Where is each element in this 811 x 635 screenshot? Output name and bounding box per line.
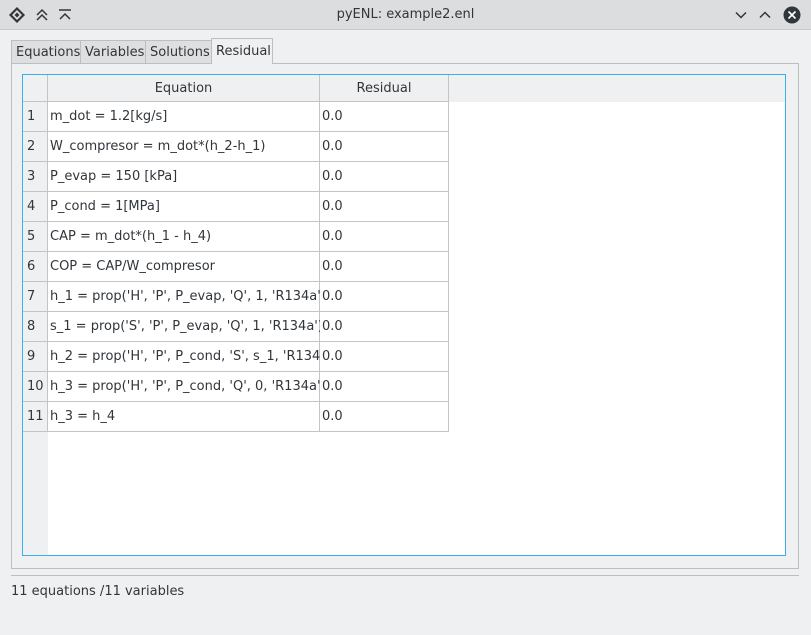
residual-cell[interactable]: 0.0 <box>320 162 449 192</box>
column-header-label: Residual <box>356 80 412 96</box>
tab-label: Residual <box>216 44 271 59</box>
residual-cell[interactable]: 0.0 <box>320 132 449 162</box>
column-header-label: Equation <box>154 80 213 96</box>
residual-cell[interactable]: 0.0 <box>320 312 449 342</box>
tab-variables[interactable]: Variables <box>80 40 146 64</box>
residual-cell[interactable]: 0.0 <box>320 372 449 402</box>
title-bar: pyENL: example2.enl <box>0 0 811 30</box>
residual-cell[interactable]: 0.0 <box>320 282 449 312</box>
residual-cell[interactable]: 0.0 <box>320 402 449 432</box>
chevron-down-icon <box>735 11 747 19</box>
minimize-button[interactable] <box>731 5 751 25</box>
tab-residual[interactable]: Residual <box>211 38 273 64</box>
equation-cell[interactable]: W_compresor = m_dot*(h_2-h_1) <box>48 132 320 162</box>
residual-cell[interactable]: 0.0 <box>320 342 449 372</box>
row-number[interactable]: 3 <box>23 162 48 192</box>
column-header-equation[interactable]: Equation <box>48 75 320 102</box>
status-separator <box>11 575 799 576</box>
tab-label: Variables <box>85 45 145 60</box>
equation-cell[interactable]: h_2 = prop('H', 'P', P_cond, 'S', s_1, '… <box>48 342 337 372</box>
equation-cell[interactable]: s_1 = prop('S', 'P', P_evap, 'Q', 1, 'R1… <box>48 312 323 342</box>
table-corner[interactable] <box>23 75 48 102</box>
residual-cell[interactable]: 0.0 <box>320 222 449 252</box>
equation-cell[interactable]: h_3 = h_4 <box>48 402 320 432</box>
tab-bar: Equations Variables Solutions Residual <box>11 38 273 64</box>
row-number[interactable]: 4 <box>23 192 48 222</box>
tab-label: Equations <box>16 45 81 60</box>
tab-label: Solutions <box>150 45 210 60</box>
maximize-button[interactable] <box>755 5 775 25</box>
window-title: pyENL: example2.enl <box>336 7 475 22</box>
column-header-residual[interactable]: Residual <box>320 75 449 102</box>
equation-cell[interactable]: CAP = m_dot*(h_1 - h_4) <box>48 222 320 252</box>
residual-cell[interactable]: 0.0 <box>320 252 449 282</box>
row-number[interactable]: 7 <box>23 282 48 312</box>
row-number[interactable]: 10 <box>23 372 48 402</box>
status-text: 11 equations /11 variables <box>11 584 185 599</box>
close-button[interactable] <box>782 5 802 25</box>
equation-cell[interactable]: h_1 = prop('H', 'P', P_evap, 'Q', 1, 'R1… <box>48 282 326 312</box>
row-number[interactable]: 8 <box>23 312 48 342</box>
residual-cell[interactable]: 0.0 <box>320 102 449 132</box>
row-number[interactable]: 1 <box>23 102 48 132</box>
equation-cell[interactable]: h_3 = prop('H', 'P', P_cond, 'Q', 0, 'R1… <box>48 372 326 402</box>
equation-cell[interactable]: P_evap = 150 [kPa] <box>48 162 320 192</box>
tab-solutions[interactable]: Solutions <box>145 40 212 64</box>
row-number[interactable]: 2 <box>23 132 48 162</box>
equation-cell[interactable]: COP = CAP/W_compresor <box>48 252 320 282</box>
row-number[interactable]: 6 <box>23 252 48 282</box>
tab-equations[interactable]: Equations <box>11 40 81 64</box>
close-icon <box>783 6 801 24</box>
residual-table[interactable]: Equation Residual 1 m_dot = 1.2[kg/s] 0.… <box>22 74 786 556</box>
row-number[interactable]: 5 <box>23 222 48 252</box>
residual-cell[interactable]: 0.0 <box>320 192 449 222</box>
row-number[interactable]: 9 <box>23 342 48 372</box>
equation-cell[interactable]: P_cond = 1[MPa] <box>48 192 320 222</box>
row-number[interactable]: 11 <box>23 402 48 432</box>
equation-cell[interactable]: m_dot = 1.2[kg/s] <box>48 102 320 132</box>
chevron-up-icon <box>759 11 771 19</box>
